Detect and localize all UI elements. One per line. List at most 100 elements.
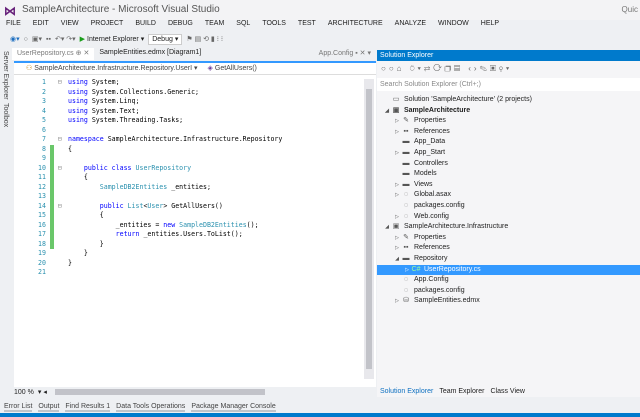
line-number: 20 (38, 258, 46, 267)
close-icon[interactable]: ✕ (83, 50, 89, 57)
outline-toggle[interactable]: ⊟ (54, 202, 68, 212)
tree-item[interactable]: ◌ packages.config (377, 201, 640, 212)
expand-arrow-icon[interactable]: ▷ (393, 127, 401, 138)
tree-item[interactable]: ◢ ▣ SampleArchitecture (377, 106, 640, 117)
code-token: System.Threading.Tasks; (87, 116, 184, 124)
code-line: 15 { (14, 211, 282, 221)
web-project-icon: ▣ (392, 106, 400, 114)
tab-package-manager-console[interactable]: Package Manager Console (191, 403, 276, 412)
line-number: 18 (38, 239, 46, 248)
menu-file[interactable]: FILE (0, 20, 27, 31)
expand-arrow-icon[interactable]: ▷ (393, 116, 401, 127)
menu-analyze[interactable]: ANALYZE (389, 20, 432, 31)
tree-item[interactable]: ◌ packages.config (377, 286, 640, 297)
pin-icon[interactable]: ⊕ (76, 50, 82, 57)
tree-item[interactable]: ▷ ▪▪ References (377, 243, 640, 254)
expand-arrow-icon[interactable]: ▷ (393, 233, 401, 244)
tab-class-view[interactable]: Class View (490, 388, 525, 395)
tree-item[interactable]: ▬ App_Data (377, 137, 640, 148)
tab-sample-entities[interactable]: SampleEntities.edmx [Diagram1] (94, 48, 206, 60)
tab-error-list[interactable]: Error List (4, 403, 33, 412)
tab-solution-explorer[interactable]: Solution Explorer (380, 388, 433, 395)
tab-user-repository[interactable]: UserRepository.cs ⊕ ✕ (12, 48, 95, 60)
tab-output[interactable]: Output (38, 403, 60, 412)
member-dropdown[interactable]: ◈ GetAllUsers() (208, 63, 257, 74)
menu-tools[interactable]: TOOLS (256, 20, 292, 31)
undo-icon[interactable]: ↶▾ ↷▾ (55, 35, 76, 43)
expand-arrow-icon[interactable]: ▷ (393, 190, 401, 201)
menu-view[interactable]: VIEW (55, 20, 85, 31)
expand-arrow-icon[interactable]: ◢ (383, 106, 391, 117)
scroll-thumb[interactable] (366, 89, 372, 369)
menu-team[interactable]: TEAM (199, 20, 230, 31)
tree-item[interactable]: ▷ ◌ Web.config (377, 212, 640, 223)
tree-item[interactable]: ◢ ▬ Repository (377, 254, 640, 265)
line-number: 12 (38, 182, 46, 191)
outline-toggle (54, 107, 68, 117)
menu-sql[interactable]: SQL (230, 20, 256, 31)
outline-toggle[interactable]: ⊟ (54, 164, 68, 174)
tab-find-results-1[interactable]: Find Results 1 (65, 403, 111, 412)
menu-architecture[interactable]: ARCHITECTURE (322, 20, 389, 31)
tools-icons[interactable]: ⚑ ▤ ⟲ ▮ ⁝ ⁝ (186, 35, 223, 43)
menu-window[interactable]: WINDOW (432, 20, 475, 31)
code-token: new (163, 220, 180, 229)
tree-item[interactable]: ▷ ▬ Views (377, 180, 640, 191)
expand-arrow-icon[interactable]: ▷ (393, 243, 401, 254)
tree-item[interactable]: ▷ ✎ Properties (377, 233, 640, 244)
quick-launch[interactable]: Quic (622, 5, 638, 14)
expand-arrow-icon[interactable]: ◢ (383, 222, 391, 233)
new-project-icon[interactable]: ▣▾ (32, 35, 42, 43)
expand-arrow-icon[interactable]: ▷ (403, 265, 411, 276)
server-explorer-tab[interactable]: Server Explorer (2, 51, 9, 100)
code-token: SampleDB2Entities (179, 220, 247, 229)
vertical-scrollbar[interactable] (364, 79, 374, 379)
back-icon[interactable]: ◉▾ (10, 35, 20, 43)
menu-edit[interactable]: EDIT (27, 20, 55, 31)
expand-arrow-icon[interactable]: ▷ (393, 180, 401, 191)
expand-arrow-icon[interactable]: ▷ (393, 296, 401, 307)
tree-item[interactable]: ▷ ✎ Properties (377, 116, 640, 127)
tree-item[interactable]: ▬ Controllers (377, 159, 640, 170)
expand-arrow-icon[interactable]: ◢ (393, 254, 401, 265)
tree-item[interactable]: ◢ ▣ SampleArchitecture.Infrastructure (377, 222, 640, 233)
tab-data-tools-operations[interactable]: Data Tools Operations (116, 403, 186, 412)
outline-toggle[interactable]: ⊟ (54, 135, 68, 145)
outline-toggle[interactable]: ⊟ (54, 78, 68, 88)
code-editor[interactable]: ⚇ SampleArchitecture.Infrastructure.Repo… (14, 61, 376, 387)
start-debug-button[interactable]: ▶ Internet Explorer ▾ (80, 35, 145, 43)
menu-help[interactable]: HELP (475, 20, 505, 31)
line-number: 6 (42, 125, 46, 134)
menu-test[interactable]: TEST (292, 20, 322, 31)
solution-explorer-toolbar[interactable]: ○○⌂ ⍥▾⇄⟳❐▤ ‹›✎▣⚲▾ (381, 64, 512, 74)
config-dropdown[interactable]: Debug ▾ (148, 33, 183, 45)
line-number: 17 (38, 230, 46, 238)
code-line: 1 ⊟ using System; (14, 78, 282, 88)
zoom-level[interactable]: 100 % (14, 389, 34, 396)
code-token: System.Linq; (87, 97, 140, 105)
config-file-icon: ◌ (403, 286, 409, 294)
expand-arrow-icon[interactable]: ▷ (393, 148, 401, 159)
menu-build[interactable]: BUILD (129, 20, 162, 31)
expand-arrow-icon[interactable]: ▷ (393, 212, 401, 223)
search-solution-explorer-input[interactable]: Search Solution Explorer (Ctrl+;) (377, 78, 640, 91)
tree-item[interactable]: ▷ ⛁ SampleEntities.edmx (377, 296, 640, 307)
tab-team-explorer[interactable]: Team Explorer (439, 388, 484, 395)
horizontal-scrollbar[interactable] (54, 389, 265, 395)
forward-icon[interactable]: ○ (24, 36, 28, 43)
line-number: 10 (38, 163, 46, 172)
tree-item[interactable]: ▷ C# UserRepository.cs (377, 264, 640, 276)
save-icon[interactable]: ▪▪ (46, 36, 51, 43)
tab-app-config[interactable]: App.Config ▪ ✕ ▾ (314, 48, 376, 60)
tree-item[interactable]: ▷ ▬ App_Start (377, 148, 640, 159)
toolbox-tab[interactable]: Toolbox (2, 103, 9, 127)
tree-item[interactable]: ▷ ▪▪ References (377, 127, 640, 138)
menu-project[interactable]: PROJECT (85, 20, 130, 31)
tree-item[interactable]: ▬ Models (377, 169, 640, 180)
tree-item-label: Controllers (414, 159, 448, 167)
tree-item[interactable]: ▷ ◌ Global.asax (377, 190, 640, 201)
tree-item[interactable]: ◌ App.Config (377, 275, 640, 286)
menu-debug[interactable]: DEBUG (162, 20, 199, 31)
tree-item[interactable]: ▭ Solution 'SampleArchitecture' (2 projec… (377, 95, 640, 106)
type-dropdown[interactable]: ⚇ SampleArchitecture.Infrastructure.Repo… (26, 63, 198, 74)
